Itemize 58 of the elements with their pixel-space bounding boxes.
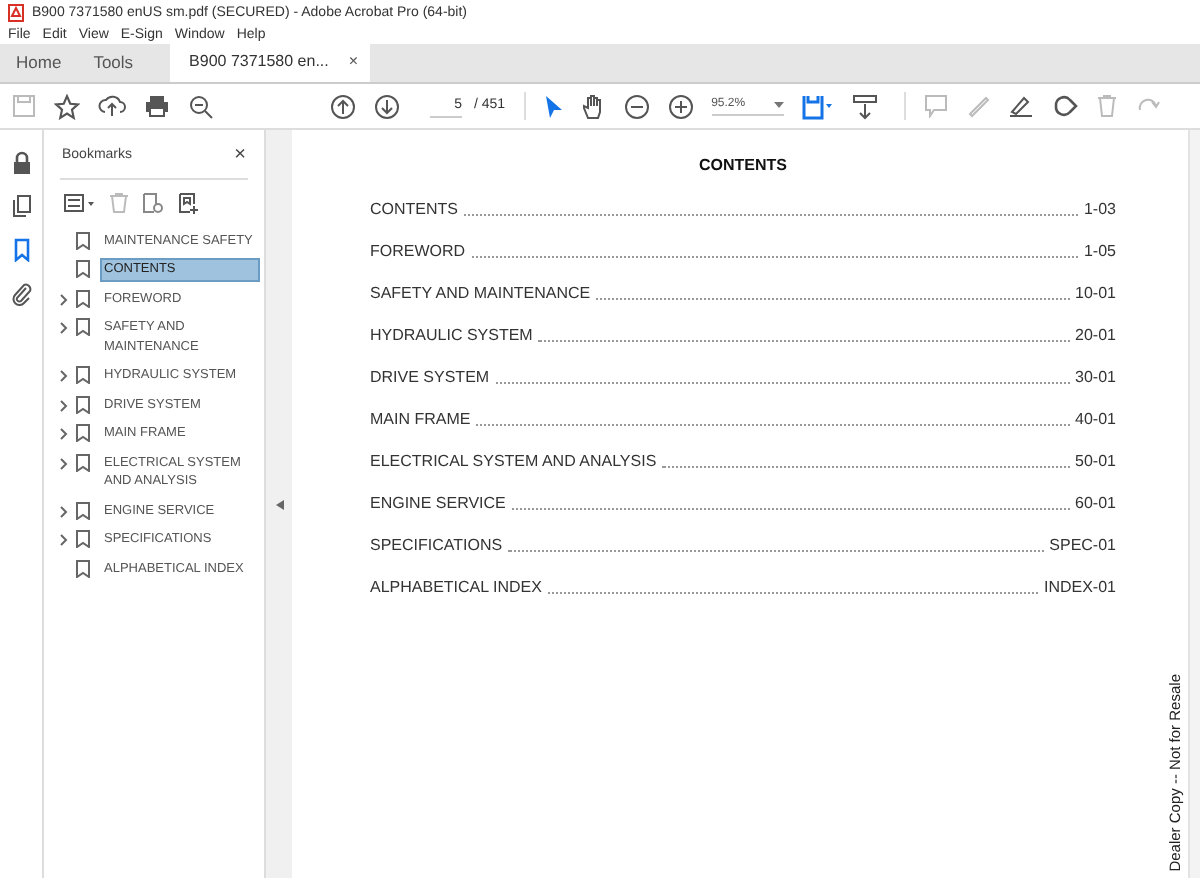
tab[interactable]: Home [0, 42, 78, 82]
page-heading: CONTENTS [697, 154, 789, 178]
toc-page-number: 40-01 [1075, 408, 1116, 430]
toc-entry[interactable]: SPECIFICATIONS [370, 534, 503, 556]
previous-page-icon[interactable] [330, 93, 356, 119]
zoom-out-icon[interactable] [623, 93, 650, 119]
toc-page-number: 50-01 [1075, 450, 1116, 472]
toc-entry[interactable]: CONTENTS [370, 198, 458, 220]
toc-page-number: 10-01 [1075, 282, 1116, 304]
paperclip-icon[interactable] [9, 282, 33, 306]
close-tab-button[interactable]: × [348, 50, 359, 74]
toc-entry[interactable]: ENGINE SERVICE [370, 492, 506, 514]
share-icon[interactable] [1051, 94, 1078, 118]
hand-icon[interactable] [581, 93, 606, 119]
toc-page-number: 20-01 [1075, 324, 1116, 346]
cursor-icon[interactable] [543, 93, 564, 119]
chevron-icon[interactable] [60, 399, 68, 411]
new-bookmark-icon[interactable] [178, 191, 200, 213]
page-fit-icon[interactable] [801, 93, 834, 119]
bookmark-icon[interactable] [9, 238, 33, 262]
cloud-upload-icon[interactable] [98, 94, 126, 118]
bookmark-settings-icon[interactable] [142, 191, 164, 213]
toc-entry[interactable]: FOREWORD [370, 240, 466, 262]
toc-page-number: 1-03 [1083, 198, 1116, 220]
pdf-file-icon [8, 3, 24, 21]
tab[interactable]: B900 7371580 en... × [169, 42, 370, 82]
close-button[interactable]: × [234, 146, 246, 167]
chevron-icon[interactable] [60, 428, 68, 440]
toc-page-number: SPEC-01 [1049, 534, 1116, 556]
toc-entry[interactable]: MAIN FRAME [370, 408, 471, 430]
next-page-icon[interactable] [374, 93, 400, 119]
dropdown-caret-icon[interactable] [773, 102, 784, 108]
toc-entry[interactable]: SAFETY AND MAINTENANCE [370, 282, 591, 304]
toc-page-number: 60-01 [1075, 492, 1116, 514]
toc-page-number: INDEX-01 [1043, 576, 1116, 598]
chevron-icon[interactable] [60, 505, 68, 517]
toc-entry[interactable]: ELECTRICAL SYSTEM AND ANALYSIS [370, 450, 657, 472]
pages-icon[interactable] [9, 194, 33, 218]
toc-page-number: 30-01 [1075, 366, 1116, 388]
toc-page-number: 1-05 [1083, 240, 1116, 262]
lock-icon[interactable] [9, 150, 33, 174]
scroll-mode-icon[interactable] [851, 93, 878, 119]
print-icon[interactable] [144, 94, 170, 118]
toc-entry[interactable]: ALPHABETICAL INDEX [370, 576, 542, 598]
chevron-icon[interactable] [60, 293, 68, 305]
zoom-search-icon[interactable] [188, 93, 214, 119]
toc-entry[interactable]: HYDRAULIC SYSTEM [370, 324, 533, 346]
zoom-in-icon[interactable] [667, 93, 694, 119]
signature-icon[interactable] [1007, 94, 1034, 118]
tab[interactable]: Tools [77, 42, 150, 82]
chevron-icon[interactable] [60, 534, 68, 546]
chevron-icon[interactable] [60, 370, 68, 382]
chevron-icon[interactable] [60, 457, 68, 469]
options-icon[interactable] [64, 193, 96, 211]
collapse-arrow-icon[interactable] [275, 499, 283, 509]
chevron-icon[interactable] [60, 322, 68, 334]
star-icon[interactable] [54, 93, 80, 119]
toc-entry[interactable]: DRIVE SYSTEM [370, 366, 490, 388]
